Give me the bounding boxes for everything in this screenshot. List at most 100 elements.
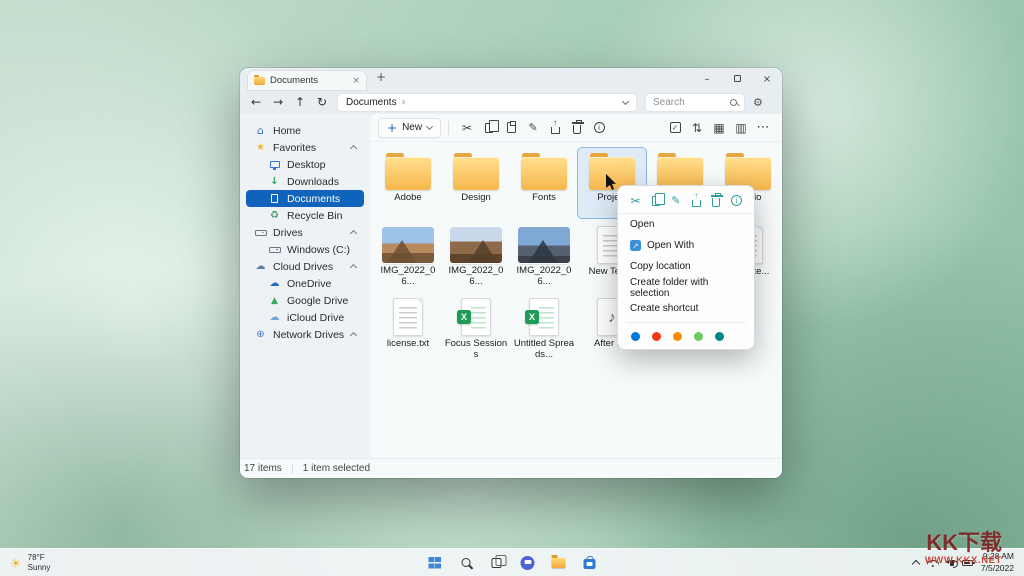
- share-icon[interactable]: [544, 117, 566, 139]
- paste-icon[interactable]: [500, 117, 522, 139]
- folder-icon: [385, 157, 431, 190]
- toolbar: + New: [370, 114, 782, 142]
- properties-icon[interactable]: [588, 117, 610, 139]
- caption-buttons: – ×: [692, 68, 782, 90]
- menu-item-create-shortcut[interactable]: Create shortcut: [618, 298, 754, 319]
- file-item[interactable]: Design: [442, 148, 510, 218]
- new-button[interactable]: + New: [378, 118, 441, 138]
- title-bar[interactable]: Documents × + – ×: [240, 68, 782, 90]
- close-button[interactable]: ×: [752, 74, 782, 85]
- rename-icon[interactable]: [522, 117, 544, 139]
- file-item[interactable]: IMG_2022_06...: [510, 220, 578, 290]
- windows-drive-icon: [268, 247, 281, 253]
- menu-item-open[interactable]: Open: [618, 214, 754, 235]
- sidebar-section-cloud-drives[interactable]: Cloud Drives: [246, 258, 364, 275]
- store-button[interactable]: [581, 554, 599, 572]
- forward-button[interactable]: →: [271, 95, 285, 109]
- search-input[interactable]: Search: [645, 93, 745, 112]
- delete-icon[interactable]: [566, 117, 588, 139]
- maximize-button[interactable]: [722, 74, 752, 85]
- weather-temp: 78°F: [28, 553, 51, 563]
- sidebar: Home Favorites Desktop Downloads Documen…: [240, 114, 370, 478]
- sidebar-item-icloud-drive[interactable]: iCloud Drive: [246, 309, 364, 326]
- refresh-button[interactable]: ↻: [315, 95, 329, 109]
- file-explorer-button[interactable]: [550, 554, 568, 572]
- items-count: 17 items: [244, 463, 282, 474]
- image-thumbnail: [450, 227, 502, 263]
- chevron-icon[interactable]: [350, 145, 357, 152]
- file-item[interactable]: Untitled Spreads...: [510, 292, 578, 362]
- file-item[interactable]: IMG_2022_06...: [442, 220, 510, 290]
- sidebar-item-home[interactable]: Home: [246, 122, 364, 139]
- start-button[interactable]: [426, 554, 444, 572]
- tag-color-row: [618, 326, 754, 346]
- tag-color-red[interactable]: [652, 332, 661, 341]
- file-item[interactable]: Focus Sessions: [442, 292, 510, 362]
- folder-icon: [453, 157, 499, 190]
- file-label: Focus Sessions: [444, 339, 508, 360]
- sidebar-item-google-drive[interactable]: Google Drive: [246, 292, 364, 309]
- sidebar-item-recycle-bin[interactable]: Recycle Bin: [246, 207, 364, 224]
- selection-count: 1 item selected: [303, 463, 370, 474]
- address-bar[interactable]: Documents ›: [337, 93, 637, 112]
- tray-chevron-icon[interactable]: [912, 560, 920, 568]
- weather-widget[interactable]: 78°F Sunny: [0, 549, 60, 576]
- search-icon[interactable]: [730, 99, 737, 106]
- toolbar-divider: [448, 121, 449, 135]
- sidebar-item-desktop[interactable]: Desktop: [246, 156, 364, 173]
- minimize-button[interactable]: –: [692, 74, 722, 85]
- up-button[interactable]: ↑: [293, 95, 307, 109]
- chevron-icon[interactable]: [350, 230, 357, 237]
- tag-color-blue[interactable]: [631, 332, 640, 341]
- sidebar-item-onedrive[interactable]: OneDrive: [246, 275, 364, 292]
- file-item[interactable]: Fonts: [510, 148, 578, 218]
- sidebar-section-favorites[interactable]: Favorites: [246, 139, 364, 156]
- chat-button[interactable]: [519, 554, 537, 572]
- sun-icon: [10, 553, 22, 572]
- search-button[interactable]: [457, 554, 475, 572]
- menu-item-copy-location[interactable]: Copy location: [618, 256, 754, 277]
- chevron-icon[interactable]: [350, 332, 357, 339]
- breadcrumb[interactable]: Documents: [346, 97, 397, 108]
- file-item[interactable]: license.txt: [374, 292, 442, 362]
- sort-icon[interactable]: [686, 117, 708, 139]
- file-item[interactable]: Adobe: [374, 148, 442, 218]
- tag-color-green[interactable]: [694, 332, 703, 341]
- more-options-icon[interactable]: [752, 117, 774, 139]
- properties-icon[interactable]: [729, 193, 744, 208]
- file-label: Fonts: [532, 193, 556, 204]
- settings-gear-icon[interactable]: ⚙: [753, 96, 763, 109]
- file-item[interactable]: IMG_2022_06...: [374, 220, 442, 290]
- rename-icon[interactable]: [668, 193, 683, 208]
- menu-item-create-folder-with-selection[interactable]: Create folder with selection: [618, 277, 754, 298]
- layout-icon[interactable]: [708, 117, 730, 139]
- home-icon: [254, 124, 267, 137]
- back-button[interactable]: ←: [249, 95, 263, 109]
- share-icon[interactable]: [689, 193, 704, 208]
- task-view-button[interactable]: [488, 554, 506, 572]
- status-bar: 17 items 1 item selected: [240, 458, 782, 478]
- delete-icon[interactable]: [709, 193, 724, 208]
- tag-color-teal[interactable]: [715, 332, 724, 341]
- menu-item-open-with[interactable]: Open With: [618, 235, 754, 256]
- sidebar-item-downloads[interactable]: Downloads: [246, 173, 364, 190]
- multiselect-icon[interactable]: [664, 117, 686, 139]
- tab-close-icon[interactable]: ×: [352, 76, 360, 86]
- sidebar-section-network-drives[interactable]: Network Drives: [246, 326, 364, 343]
- tag-color-orange[interactable]: [673, 332, 682, 341]
- tab-documents[interactable]: Documents ×: [248, 71, 366, 90]
- chevron-icon[interactable]: [350, 264, 357, 271]
- folder-tab-icon: [254, 77, 265, 85]
- cut-icon[interactable]: [628, 193, 643, 208]
- sidebar-item-windows-c[interactable]: Windows (C:): [246, 241, 364, 258]
- desktop-icon: [268, 161, 281, 168]
- cut-icon[interactable]: [456, 117, 478, 139]
- sidebar-section-drives[interactable]: Drives: [246, 224, 364, 241]
- address-dropdown-icon[interactable]: [622, 97, 629, 104]
- copy-icon[interactable]: [478, 117, 500, 139]
- copy-icon[interactable]: [648, 193, 663, 208]
- onedrive-icon: [268, 278, 281, 289]
- new-tab-button[interactable]: +: [376, 70, 386, 84]
- sidebar-item-documents[interactable]: Documents: [246, 190, 364, 207]
- preview-pane-icon[interactable]: [730, 117, 752, 139]
